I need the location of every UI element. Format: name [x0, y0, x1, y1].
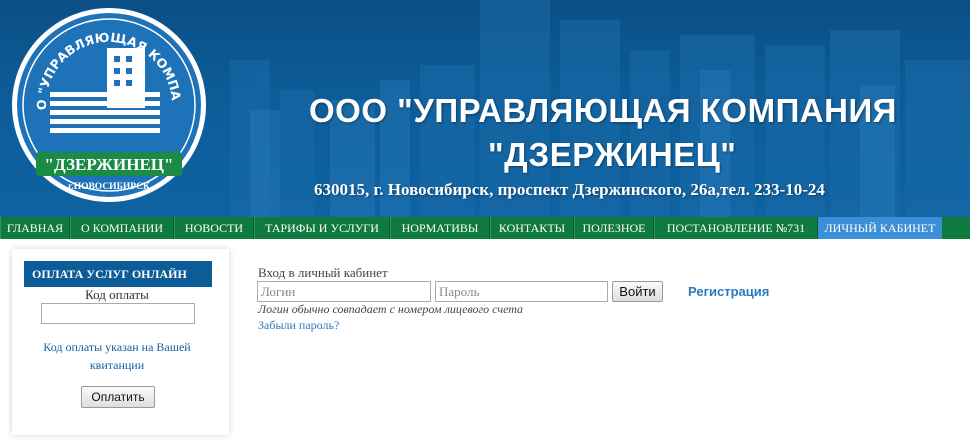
login-submit-button[interactable]: Войти [612, 281, 663, 302]
nav-item-useful[interactable]: ПОЛЕЗНОЕ [574, 217, 654, 239]
pay-button[interactable]: Оплатить [81, 386, 155, 408]
online-payment-panel: ОПЛАТА УСЛУГ ОНЛАЙН Код оплаты Код оплат… [12, 249, 229, 435]
svg-text:г.НОВОСИБИРСК: г.НОВОСИБИРСК [68, 182, 150, 192]
payment-code-hint: Код оплаты указан на Вашей квитанции [43, 340, 191, 372]
login-input[interactable]: Логин [257, 281, 431, 302]
nav-item-home[interactable]: ГЛАВНАЯ [0, 217, 70, 239]
company-title-line-1: ООО "УПРАВЛЯЮЩАЯ КОМПАНИЯ [309, 92, 897, 129]
nav-item-contacts[interactable]: КОНТАКТЫ [490, 217, 574, 239]
nav-item-resolution-731[interactable]: ПОСТАНОВЛЕНИЕ №731 [654, 217, 818, 239]
nav-item-personal-account[interactable]: ЛИЧНЫЙ КАБИНЕТ [818, 217, 942, 239]
payment-code-label: Код оплаты [85, 287, 149, 302]
company-title-line-2: "ДЗЕРЖИНЕЦ" [488, 136, 737, 173]
password-input[interactable]: Пароль [435, 281, 608, 302]
forgot-password-link[interactable]: Забыли пароль? [258, 318, 339, 333]
nav-item-about[interactable]: О КОМПАНИИ [70, 217, 174, 239]
payment-code-input[interactable] [41, 303, 195, 324]
online-payment-heading: ОПЛАТА УСЛУГ ОНЛАЙН [24, 261, 212, 287]
company-logo: ООО "УПРАВЛЯЮЩАЯ КОМПАНИЯ "ДЗЕРЖИНЕЦ" г.… [10, 6, 206, 202]
nav-item-news[interactable]: НОВОСТИ [174, 217, 254, 239]
login-title: Вход в личный кабинет [258, 265, 388, 280]
nav-item-tariffs[interactable]: ТАРИФЫ И УСЛУГИ [254, 217, 390, 239]
main-nav: ГЛАВНАЯ О КОМПАНИИ НОВОСТИ ТАРИФЫ И УСЛУ… [0, 217, 970, 239]
nav-item-norms[interactable]: НОРМАТИВЫ [390, 217, 490, 239]
register-link[interactable]: Регистрация [688, 284, 769, 299]
site-header: ООО "УПРАВЛЯЮЩАЯ КОМПАНИЯ "ДЗЕРЖИНЕЦ" г.… [0, 0, 970, 217]
login-note: Логин обычно совпадает с номером лицевог… [258, 302, 524, 316]
svg-text:"ДЗЕРЖИНЕЦ": "ДЗЕРЖИНЕЦ" [45, 155, 174, 174]
company-address: 630015, г. Новосибирск, проспект Дзержин… [314, 180, 825, 199]
